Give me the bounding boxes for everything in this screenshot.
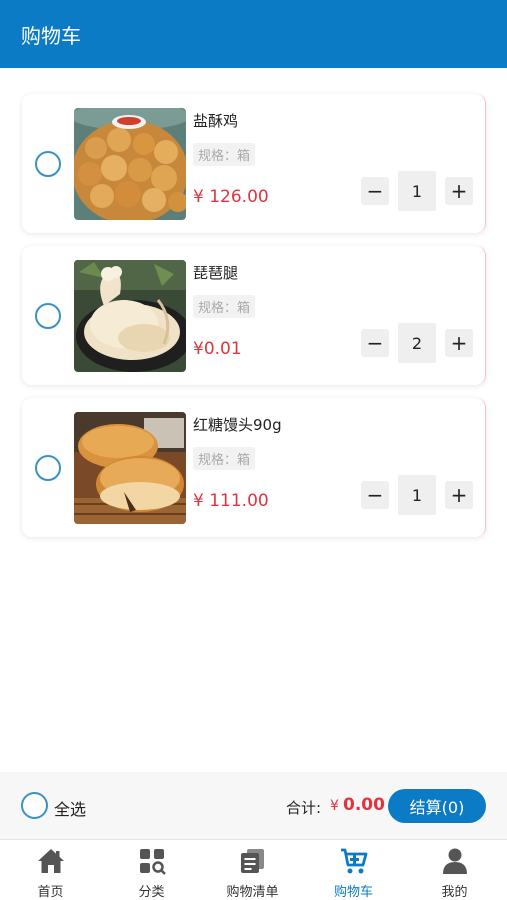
tab-shopping-list[interactable]: 购物清单 — [202, 841, 303, 900]
tab-label: 首页 — [37, 885, 64, 900]
quantity-stepper: − 1 + — [361, 171, 473, 211]
cart-item: 盐酥鸡 规格：箱 ¥ 126.00 − 1 + — [22, 94, 486, 233]
product-image[interactable] — [74, 260, 186, 372]
user-icon — [440, 846, 470, 876]
product-spec: 规格：箱 — [193, 447, 256, 470]
product-price: ¥0.01 — [193, 339, 242, 359]
quantity-input[interactable]: 1 — [398, 171, 436, 211]
total-currency: ¥ — [330, 798, 339, 814]
decrease-quantity-button[interactable]: − — [361, 177, 389, 205]
cart-icon — [339, 846, 369, 876]
tab-cart[interactable]: 购物车 — [303, 841, 404, 900]
price-value: 111.00 — [209, 491, 269, 511]
home-icon — [36, 846, 66, 876]
price-value: 126.00 — [209, 187, 269, 207]
bottom-tab-bar: 首页 分类 购物清单 购物车 我的 — [0, 841, 507, 900]
total-label: 合计: — [286, 799, 322, 817]
price-currency: ¥ — [193, 187, 204, 207]
tab-category[interactable]: 分类 — [101, 841, 202, 900]
tab-home[interactable]: 首页 — [0, 841, 101, 900]
item-select-radio[interactable] — [35, 303, 61, 329]
product-image[interactable] — [74, 108, 186, 220]
checkout-button[interactable]: 结算(0) — [388, 789, 486, 823]
total-amount: 0.00 — [343, 795, 385, 815]
app-header: 购物车 — [0, 0, 507, 68]
price-currency: ¥ — [193, 339, 204, 359]
increase-quantity-button[interactable]: + — [445, 177, 473, 205]
cart-item: 红糖馒头90g 规格：箱 ¥ 111.00 − 1 + — [22, 398, 486, 537]
quantity-stepper: − 2 + — [361, 323, 473, 363]
product-image[interactable] — [74, 412, 186, 524]
product-name[interactable]: 盐酥鸡 — [193, 110, 238, 131]
category-icon — [137, 846, 167, 876]
price-currency: ¥ — [193, 491, 204, 511]
increase-quantity-button[interactable]: + — [445, 329, 473, 357]
product-price: ¥ 126.00 — [193, 187, 269, 207]
product-spec: 规格：箱 — [193, 143, 256, 166]
tab-label: 购物清单 — [226, 885, 279, 900]
checkout-bar: 全选 合计: ¥ 0.00 结算(0) — [0, 772, 507, 840]
list-icon — [238, 846, 268, 876]
product-price: ¥ 111.00 — [193, 491, 269, 511]
tab-label: 我的 — [441, 885, 468, 900]
tab-profile[interactable]: 我的 — [404, 841, 505, 900]
decrease-quantity-button[interactable]: − — [361, 329, 389, 357]
tab-label: 分类 — [138, 885, 165, 900]
cart-list: 盐酥鸡 规格：箱 ¥ 126.00 − 1 + 琵琶腿 规格：箱 ¥0.01 −… — [22, 94, 486, 550]
product-name[interactable]: 琵琶腿 — [193, 262, 238, 283]
quantity-input[interactable]: 1 — [398, 475, 436, 515]
product-spec: 规格：箱 — [193, 295, 256, 318]
cart-item: 琵琶腿 规格：箱 ¥0.01 − 2 + — [22, 246, 486, 385]
quantity-input[interactable]: 2 — [398, 323, 436, 363]
select-all-label[interactable]: 全选 — [54, 796, 86, 820]
decrease-quantity-button[interactable]: − — [361, 481, 389, 509]
price-value: 0.01 — [203, 339, 242, 359]
item-select-radio[interactable] — [35, 455, 61, 481]
page-title: 购物车 — [21, 23, 81, 48]
increase-quantity-button[interactable]: + — [445, 481, 473, 509]
item-select-radio[interactable] — [35, 151, 61, 177]
product-name[interactable]: 红糖馒头90g — [193, 414, 282, 435]
quantity-stepper: − 1 + — [361, 475, 473, 515]
tab-label: 购物车 — [333, 885, 373, 900]
select-all-radio[interactable] — [21, 792, 48, 819]
